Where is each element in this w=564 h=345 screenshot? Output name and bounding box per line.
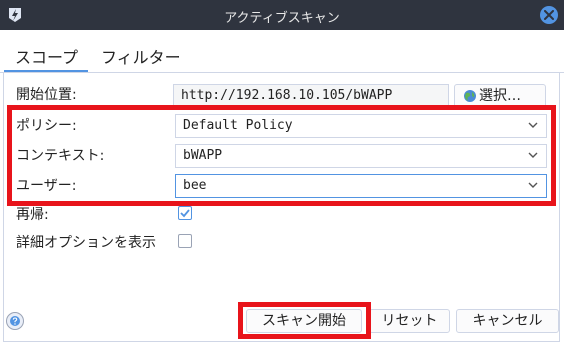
advanced-options-label: 詳細オプションを表示 [16,235,156,251]
start-scan-button[interactable]: スキャン開始 [246,309,362,333]
chevron-down-icon [528,182,538,188]
user-select[interactable]: bee [175,174,547,198]
globe-icon [464,90,476,102]
check-icon [180,209,190,218]
policy-label: ポリシー: [16,118,77,134]
help-button[interactable] [6,312,24,330]
tab-bar: スコープ フィルター [0,30,564,73]
active-scan-dialog: アクティブスキャン スコープ フィルター 開始位置: http://192.16… [0,0,564,345]
context-select[interactable]: bWAPP [175,144,547,168]
recurse-checkbox[interactable] [178,206,192,220]
policy-value: Default Policy [183,118,293,133]
chevron-down-icon [528,152,538,158]
start-point-label: 開始位置: [16,87,77,103]
user-label: ユーザー: [16,178,77,194]
context-label: コンテキスト: [16,148,105,164]
select-button[interactable]: 選択… [454,84,546,108]
context-value: bWAPP [183,148,223,163]
reset-button[interactable]: リセット [369,309,450,333]
tab-scope[interactable]: スコープ [15,44,78,68]
help-icon [10,316,20,326]
recurse-label: 再帰: [16,207,49,223]
policy-select[interactable]: Default Policy [175,114,547,138]
start-point-field[interactable]: http://192.168.10.105/bWAPP [173,84,449,108]
window-title: アクティブスキャン [224,11,340,26]
select-button-label: 選択… [479,88,521,104]
advanced-options-checkbox[interactable] [178,234,192,248]
chevron-down-icon [528,122,538,128]
title-bar: アクティブスキャン [0,0,564,30]
close-icon [544,10,554,20]
user-value: bee [183,178,207,193]
close-button[interactable] [540,6,558,24]
tab-filter[interactable]: フィルター [101,44,181,68]
scope-panel [3,72,560,342]
cancel-button[interactable]: キャンセル [456,309,559,333]
